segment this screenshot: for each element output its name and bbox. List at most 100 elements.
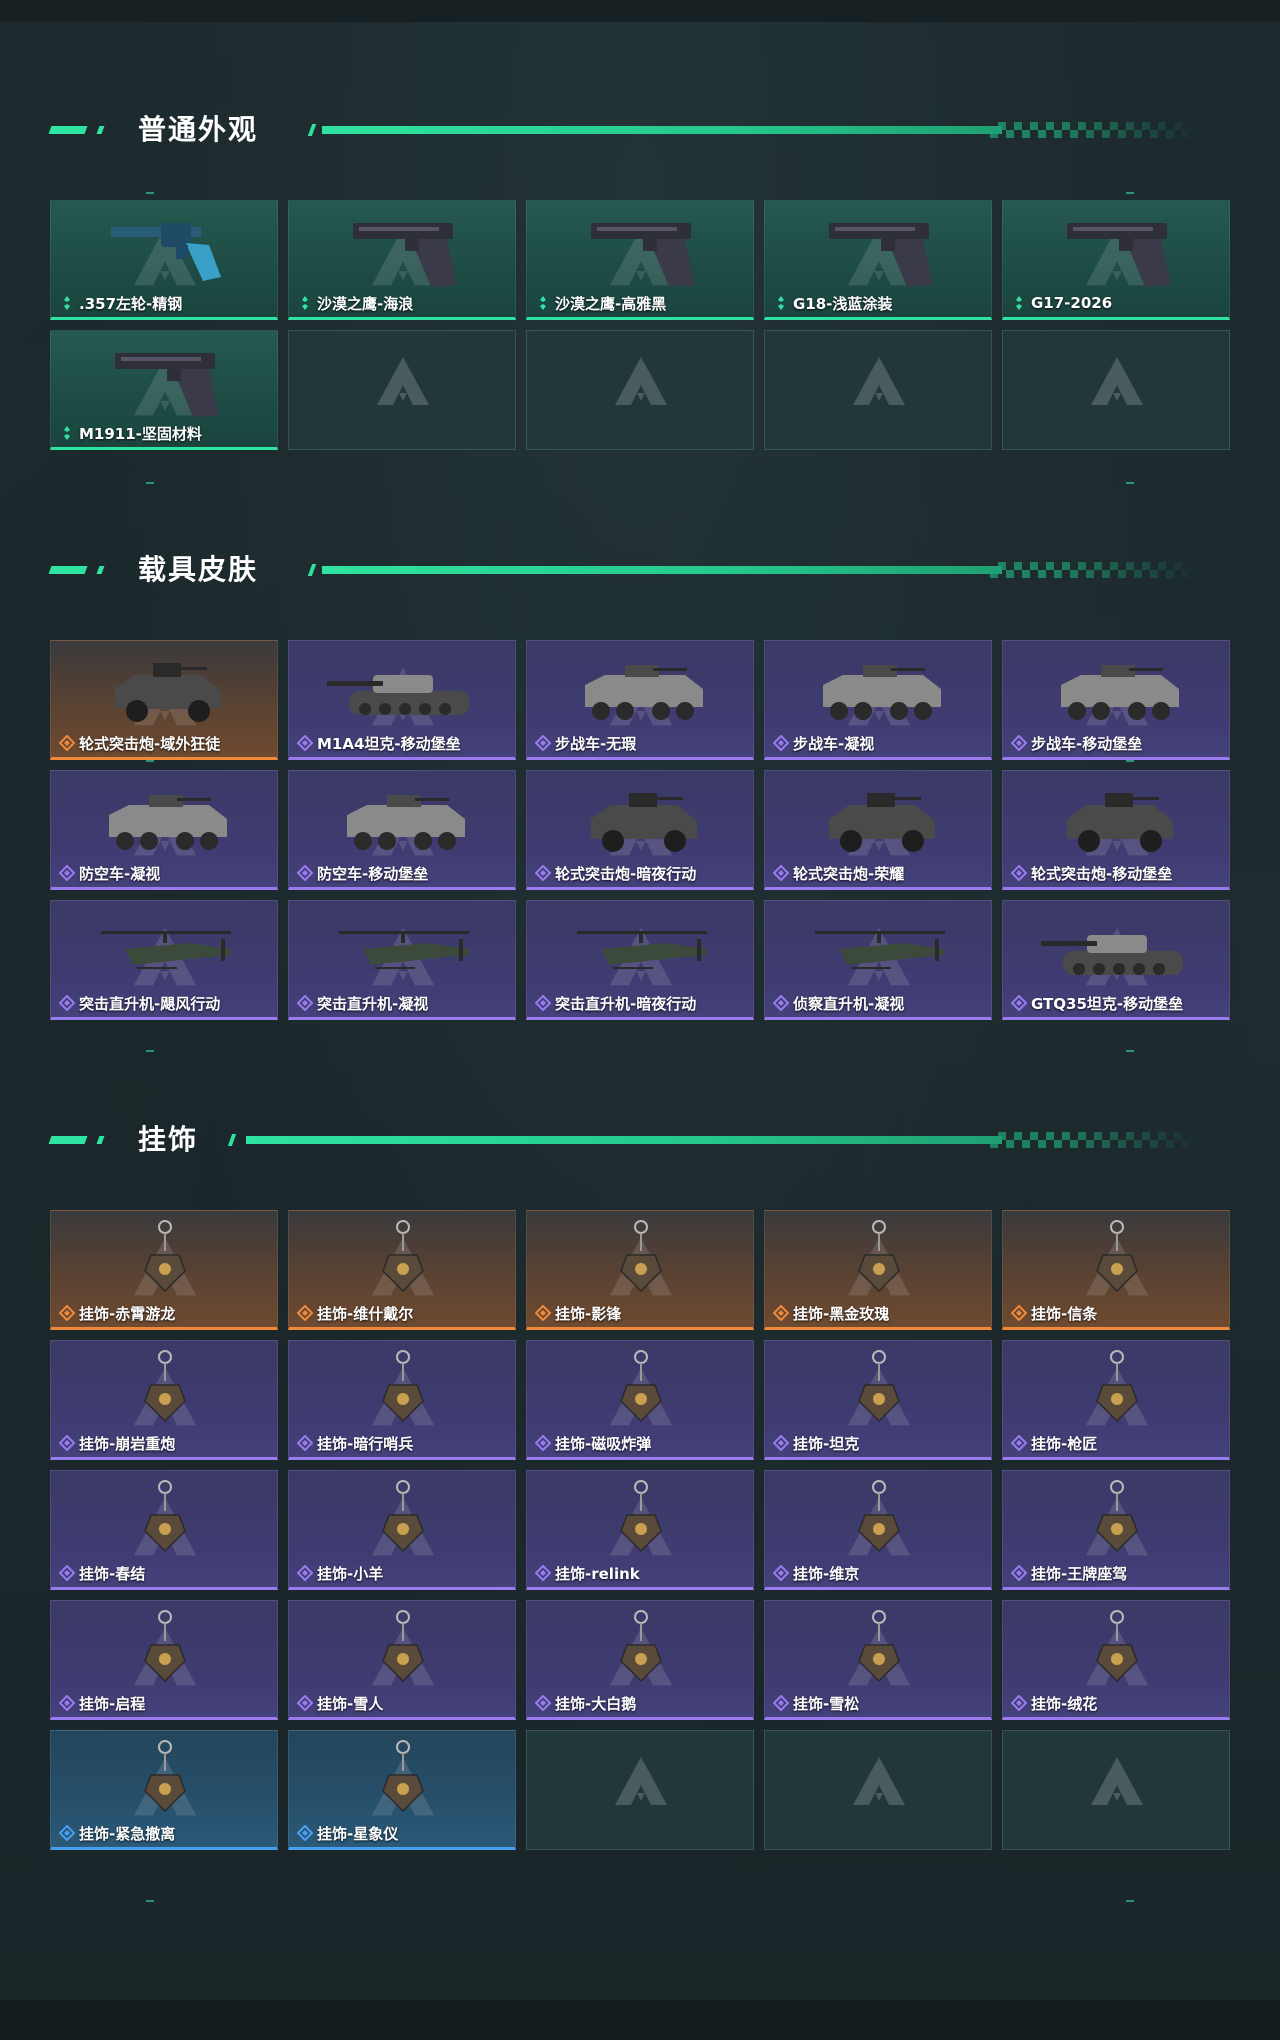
item-card[interactable]: 挂饰-王牌座驾 <box>1002 1470 1230 1590</box>
header-dash <box>48 126 88 134</box>
header-dash <box>48 566 88 574</box>
section-charms: 挂饰 挂饰-赤霄游龙 挂饰-维什戴尔 挂饰-影锋 挂饰-黑金玫瑰 挂饰-信条挂饰-崩岩重… <box>0 1110 1280 1910</box>
header-dash <box>96 1136 105 1144</box>
item-card[interactable]: 挂饰-雪人 <box>288 1600 516 1720</box>
rarity-icon <box>58 1304 76 1322</box>
grid-mark <box>1126 192 1134 194</box>
item-card[interactable]: .357左轮-精钢 <box>50 200 278 320</box>
grid-mark <box>146 482 154 484</box>
item-card[interactable]: M1911-坚固材料 <box>50 330 278 450</box>
item-label-row: 挂饰-维什戴尔 <box>296 1302 413 1324</box>
item-card[interactable]: G18-浅蓝涂装 <box>764 200 992 320</box>
rarity-icon <box>772 994 790 1012</box>
item-card[interactable]: 挂饰-春结 <box>50 1470 278 1590</box>
item-label: 侦察直升机-凝视 <box>793 994 905 1013</box>
item-card[interactable]: 步战车-凝视 <box>764 640 992 760</box>
item-card[interactable]: 挂饰-relink <box>526 1470 754 1590</box>
item-label-row: G18-浅蓝涂装 <box>773 292 892 314</box>
rarity-icon <box>772 734 790 752</box>
item-label: GTQ35坦克-移动堡垒 <box>1031 994 1184 1013</box>
item-card[interactable]: 挂饰-雪松 <box>764 1600 992 1720</box>
empty-slot <box>764 1730 992 1850</box>
item-card[interactable]: 挂饰-维什戴尔 <box>288 1210 516 1330</box>
item-label: 挂饰-维京 <box>793 1564 860 1583</box>
item-card[interactable]: 挂饰-大白鹅 <box>526 1600 754 1720</box>
item-card[interactable]: 防空车-凝视 <box>50 770 278 890</box>
item-card[interactable]: 挂饰-黑金玫瑰 <box>764 1210 992 1330</box>
rarity-icon <box>58 864 76 882</box>
rarity-icon <box>296 1694 314 1712</box>
item-card[interactable]: 轮式突击炮-移动堡垒 <box>1002 770 1230 890</box>
item-card[interactable]: 挂饰-坦克 <box>764 1340 992 1460</box>
rarity-icon <box>534 1694 552 1712</box>
item-label-row: 轮式突击炮-域外狂徒 <box>58 732 220 754</box>
item-card[interactable]: 挂饰-赤霄游龙 <box>50 1210 278 1330</box>
rarity-icon <box>534 1434 552 1452</box>
item-card[interactable]: 步战车-无瑕 <box>526 640 754 760</box>
item-card[interactable]: 挂饰-绒花 <box>1002 1600 1230 1720</box>
rarity-icon <box>773 295 789 311</box>
item-card[interactable]: 轮式突击炮-暗夜行动 <box>526 770 754 890</box>
item-card[interactable]: 挂饰-崩岩重炮 <box>50 1340 278 1460</box>
item-card[interactable]: G17-2026 <box>1002 200 1230 320</box>
item-card[interactable]: 沙漠之鹰-高雅黑 <box>526 200 754 320</box>
bottom-strip <box>0 2000 1280 2040</box>
item-card[interactable]: 挂饰-紧急撤离 <box>50 1730 278 1850</box>
top-strip <box>0 0 1280 22</box>
item-card[interactable]: M1A4坦克-移动堡垒 <box>288 640 516 760</box>
item-label-row: 挂饰-暗行哨兵 <box>296 1432 413 1454</box>
item-label-row: 挂饰-枪匠 <box>1010 1432 1098 1454</box>
header-checker <box>990 562 1200 578</box>
grid-mark <box>146 1900 154 1902</box>
item-card[interactable]: 挂饰-磁吸炸弹 <box>526 1340 754 1460</box>
item-label-row: G17-2026 <box>1011 292 1112 314</box>
item-label: 轮式突击炮-暗夜行动 <box>555 864 697 883</box>
item-label: 挂饰-紧急撤离 <box>79 1824 176 1843</box>
item-label-row: 挂饰-赤霄游龙 <box>58 1302 175 1324</box>
item-label: 挂饰-星象仪 <box>317 1824 399 1843</box>
item-label-row: 挂饰-紧急撤离 <box>58 1822 176 1844</box>
empty-slot <box>1002 330 1230 450</box>
rarity-icon <box>772 1564 790 1582</box>
item-label-row: 防空车-凝视 <box>58 862 160 884</box>
rarity-icon <box>296 994 314 1012</box>
item-card[interactable]: 挂饰-启程 <box>50 1600 278 1720</box>
header-dash <box>96 126 105 134</box>
rarity-icon <box>1010 1304 1028 1322</box>
grid-mark <box>146 192 154 194</box>
item-card[interactable]: 轮式突击炮-荣耀 <box>764 770 992 890</box>
section-title: 普通外观 <box>138 113 259 146</box>
item-card[interactable]: 防空车-移动堡垒 <box>288 770 516 890</box>
item-card[interactable]: 步战车-移动堡垒 <box>1002 640 1230 760</box>
item-label-row: 轮式突击炮-移动堡垒 <box>1010 862 1172 884</box>
item-label: 挂饰-雪人 <box>317 1694 384 1713</box>
item-label: 挂饰-坦克 <box>793 1434 860 1453</box>
item-card[interactable]: 沙漠之鹰-海浪 <box>288 200 516 320</box>
item-label-row: 挂饰-小羊 <box>296 1562 383 1584</box>
section-common-skins: 普通外观 .357左轮-精钢 沙漠之鹰-海浪 沙漠之鹰-高雅黑 G18-浅蓝涂装 G17… <box>0 100 1280 500</box>
item-card[interactable]: 侦察直升机-凝视 <box>764 900 992 1020</box>
item-label-row: 沙漠之鹰-海浪 <box>297 292 413 314</box>
item-card[interactable]: 轮式突击炮-域外狂徒 <box>50 640 278 760</box>
item-card[interactable]: 挂饰-枪匠 <box>1002 1340 1230 1460</box>
item-label: 挂饰-枪匠 <box>1031 1434 1098 1453</box>
item-card[interactable]: 挂饰-星象仪 <box>288 1730 516 1850</box>
item-card[interactable]: 挂饰-信条 <box>1002 1210 1230 1330</box>
item-card[interactable]: 突击直升机-凝视 <box>288 900 516 1020</box>
item-label-row: 挂饰-雪人 <box>296 1692 384 1714</box>
item-label-row: 步战车-移动堡垒 <box>1010 732 1142 754</box>
item-card[interactable]: 突击直升机-飓风行动 <box>50 900 278 1020</box>
item-card[interactable]: 突击直升机-暗夜行动 <box>526 900 754 1020</box>
rarity-icon <box>534 1564 552 1582</box>
item-card[interactable]: GTQ35坦克-移动堡垒 <box>1002 900 1230 1020</box>
item-label: 挂饰-relink <box>555 1564 640 1583</box>
item-card[interactable]: 挂饰-影锋 <box>526 1210 754 1330</box>
rarity-icon <box>1010 1434 1028 1452</box>
section-title: 挂饰 <box>138 1123 199 1156</box>
item-card[interactable]: 挂饰-暗行哨兵 <box>288 1340 516 1460</box>
rarity-icon <box>1010 734 1028 752</box>
item-card[interactable]: 挂饰-维京 <box>764 1470 992 1590</box>
rarity-icon <box>58 1694 76 1712</box>
item-card[interactable]: 挂饰-小羊 <box>288 1470 516 1590</box>
item-label-row: 挂饰-启程 <box>58 1692 145 1714</box>
